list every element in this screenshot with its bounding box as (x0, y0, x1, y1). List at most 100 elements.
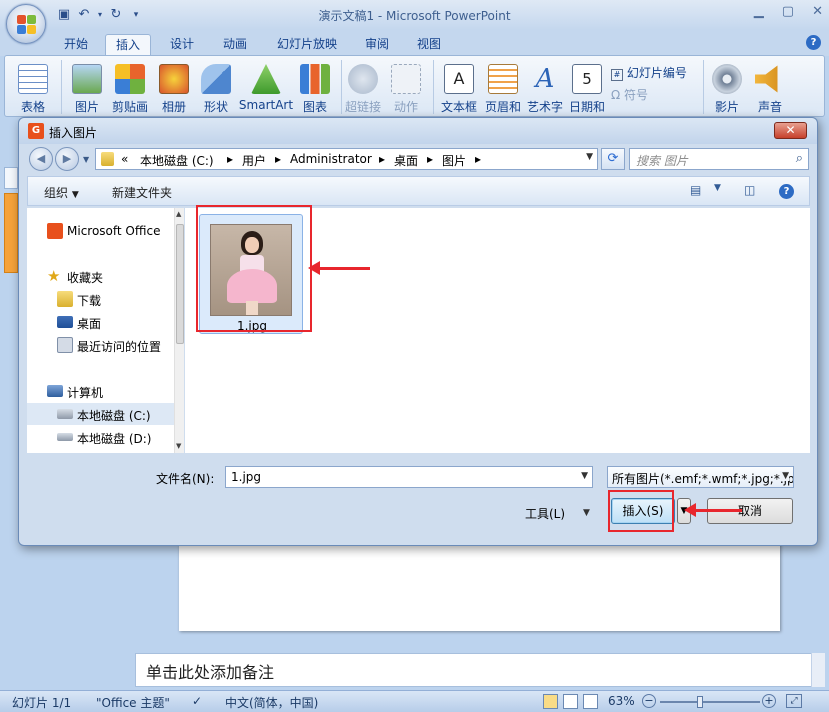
nav-item-favorites[interactable]: ★ 收藏夹 (27, 265, 174, 287)
notes-scrollbar[interactable] (811, 653, 825, 687)
chevron-down-icon[interactable]: ▼ (581, 471, 588, 481)
fit-to-window-icon[interactable]: ⤢ (786, 694, 802, 708)
recent-locations-dropdown-icon[interactable]: ▼ (83, 155, 89, 164)
breadcrumb-administrator[interactable]: Administrator (290, 152, 372, 166)
movie-button[interactable]: 影片 (705, 64, 749, 115)
breadcrumb-separator-icon[interactable]: ▸ (475, 152, 481, 166)
address-bar[interactable]: « 本地磁盘 (C:) ▸ 用户 ▸ Administrator ▸ 桌面 ▸ … (95, 148, 598, 170)
normal-view-icon[interactable] (543, 694, 558, 709)
zoom-slider[interactable] (660, 701, 760, 703)
slides-tab[interactable] (4, 167, 18, 189)
tab-home[interactable]: 开始 (56, 34, 96, 56)
header-footer-button[interactable]: 页眉和 (481, 64, 525, 115)
shapes-button[interactable]: 形状 (194, 64, 238, 115)
office-button[interactable] (6, 4, 46, 44)
slide-number-button[interactable]: # 幻灯片编号 (611, 64, 687, 81)
scroll-down-icon[interactable]: ▼ (176, 442, 181, 450)
office-app-icon: G (28, 123, 44, 139)
tab-insert[interactable]: 插入 (105, 34, 151, 56)
zoom-out-icon[interactable]: − (642, 694, 656, 708)
picture-button[interactable]: 图片 (65, 64, 109, 115)
scrollbar-thumb[interactable] (176, 224, 184, 344)
breadcrumb-pictures[interactable]: 图片 (442, 152, 466, 169)
action-button[interactable]: 动作 (384, 64, 428, 115)
address-dropdown-icon[interactable]: ▼ (586, 152, 593, 162)
tab-view[interactable]: 视图 (410, 34, 448, 56)
breadcrumb-separator-icon[interactable]: ▸ (379, 152, 385, 166)
breadcrumb-separator-icon[interactable]: ▸ (427, 152, 433, 166)
notes-pane[interactable]: 单击此处添加备注 (135, 653, 822, 687)
smartart-button[interactable]: SmartArt (237, 64, 295, 112)
slide-thumbnail[interactable] (4, 193, 18, 273)
nav-item-microsoft-office[interactable]: Microsoft Office (27, 220, 174, 242)
highlight-insert-box (608, 490, 674, 532)
tab-review[interactable]: 审阅 (358, 34, 396, 56)
sound-button[interactable]: 声音 (748, 64, 792, 115)
help-icon[interactable]: ? (806, 35, 821, 50)
breadcrumb-overflow[interactable]: « (121, 152, 128, 166)
office-app-icon (47, 223, 63, 239)
zoom-slider-thumb[interactable] (697, 696, 703, 708)
forward-button[interactable]: ▶ (55, 147, 79, 171)
refresh-button[interactable]: ⟳ (601, 148, 625, 170)
calendar-icon: 5 (572, 64, 602, 94)
tools-dropdown-icon[interactable]: ▼ (583, 508, 590, 518)
film-reel-icon (712, 64, 742, 94)
spellcheck-icon[interactable]: ✓ (192, 694, 202, 708)
breadcrumb-separator-icon[interactable]: ▸ (227, 152, 233, 166)
search-input[interactable]: 搜索 图片 ⌕ (629, 148, 809, 170)
breadcrumb-separator-icon[interactable]: ▸ (275, 152, 281, 166)
tab-animations[interactable]: 动画 (215, 34, 255, 56)
nav-item-desktop[interactable]: 桌面 (27, 311, 174, 333)
dialog-footer: 文件名(N): 1.jpg ▼ 所有图片(*.emf;*.wmf;*.jpg;*… (27, 454, 810, 540)
nav-item-downloads[interactable]: 下载 (27, 288, 174, 310)
back-button[interactable]: ◀ (29, 147, 53, 171)
tab-slideshow[interactable]: 幻灯片放映 (267, 34, 347, 56)
drive-icon (57, 433, 73, 441)
tab-design[interactable]: 设计 (163, 34, 201, 56)
table-button[interactable]: 表格 (11, 64, 55, 115)
photo-album-button[interactable]: 相册 (152, 64, 196, 115)
chevron-down-icon: ▼ (71, 190, 79, 200)
file-type-select[interactable]: 所有图片(*.emf;*.wmf;*.jpg;*.jp ▼ (607, 466, 794, 488)
breadcrumb-drive-c[interactable]: 本地磁盘 (C:) (140, 152, 214, 169)
change-view-icon[interactable]: ▤ (690, 183, 701, 197)
slide-sorter-icon[interactable] (563, 694, 578, 709)
dialog-title-bar: G 插入图片 ✕ (19, 118, 817, 144)
close-icon[interactable]: ✕ (812, 4, 823, 19)
preview-pane-icon[interactable]: ◫ (744, 183, 755, 197)
view-dropdown-icon[interactable]: ▼ (714, 183, 721, 193)
minimize-icon[interactable]: ▁ (754, 4, 764, 19)
breadcrumb-desktop[interactable]: 桌面 (394, 152, 418, 169)
filename-field[interactable]: 1.jpg ▼ (225, 466, 593, 488)
wordart-button[interactable]: A 艺术字 (523, 64, 567, 115)
hyperlink-button[interactable]: 超链接 (341, 64, 385, 115)
slide-canvas[interactable] (179, 541, 780, 631)
date-time-button[interactable]: 5 日期和 (565, 64, 609, 115)
new-folder-button[interactable]: 新建文件夹 (112, 184, 172, 201)
nav-item-computer[interactable]: 计算机 (27, 380, 174, 402)
nav-item-recent-places[interactable]: 最近访问的位置 (27, 334, 174, 356)
zoom-level[interactable]: 63% (608, 694, 635, 708)
status-bar: 幻灯片 1/1 "Office 主题" ✓ 中文(简体，中国) 63% − + … (0, 690, 829, 712)
clipart-icon (115, 64, 145, 94)
organize-button[interactable]: 组织 ▼ (44, 184, 79, 201)
scroll-up-icon[interactable]: ▲ (176, 210, 181, 218)
nav-item-drive-c[interactable]: 本地磁盘 (C:) (27, 403, 174, 425)
breadcrumb-users[interactable]: 用户 (242, 152, 266, 169)
chart-button[interactable]: 图表 (293, 64, 337, 115)
tools-menu[interactable]: 工具(L) (525, 505, 565, 522)
highlight-file-box (196, 205, 312, 332)
slideshow-view-icon[interactable] (583, 694, 598, 709)
nav-item-drive-d[interactable]: 本地磁盘 (D:) (27, 426, 174, 448)
clipart-button[interactable]: 剪贴画 (108, 64, 152, 115)
windows-drive-icon (57, 409, 73, 419)
textbox-button[interactable]: A 文本框 (437, 64, 481, 115)
speaker-icon (755, 65, 778, 93)
help-icon[interactable]: ? (779, 184, 794, 199)
zoom-in-icon[interactable]: + (762, 694, 776, 708)
symbol-button[interactable]: Ω 符号 (611, 86, 648, 103)
nav-scrollbar[interactable]: ▲ ▼ (174, 208, 184, 453)
maximize-icon[interactable]: ▢ (782, 4, 794, 19)
dialog-close-button[interactable]: ✕ (774, 122, 807, 139)
